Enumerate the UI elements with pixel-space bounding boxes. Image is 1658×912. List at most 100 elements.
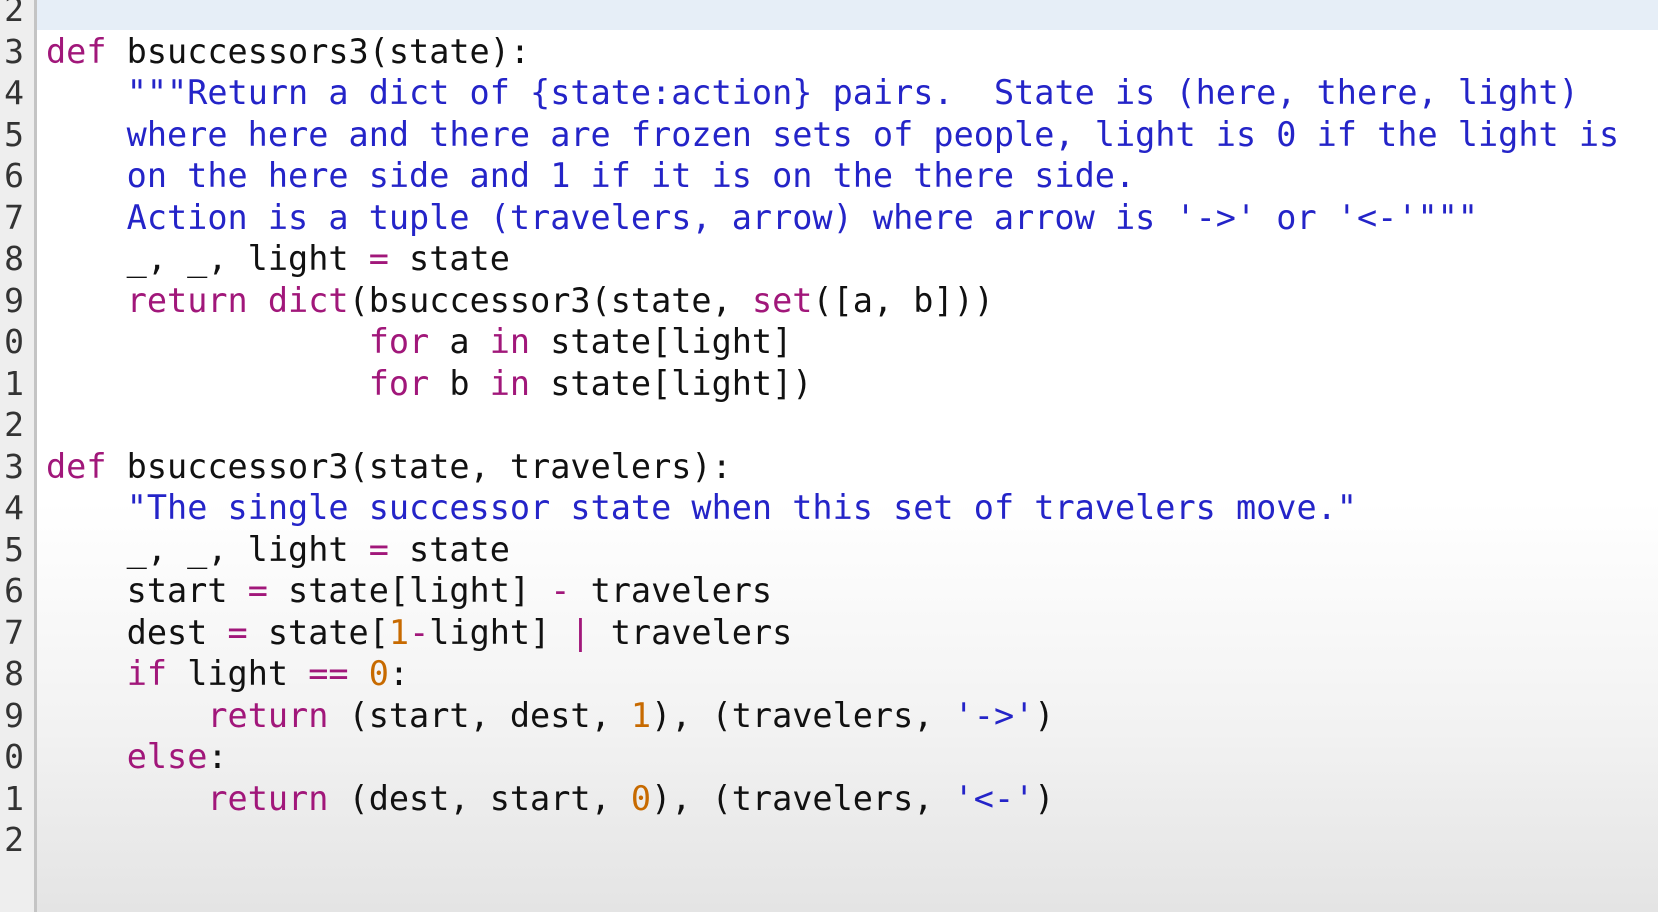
line-number: 8: [4, 654, 24, 693]
keyword-token: if: [126, 654, 168, 693]
line-number: 9: [4, 280, 24, 320]
keyword-token: in: [489, 322, 531, 361]
code-token: a: [429, 322, 490, 361]
code-token: state: [388, 529, 510, 569]
string-token: Action is a tuple (travelers, arrow) whe…: [46, 197, 1478, 237]
code-editor[interactable]: 234567890123456789012 def bsuccessors3(s…: [0, 0, 1658, 912]
operator-token: |: [570, 612, 591, 652]
keyword-token: return: [207, 695, 329, 735]
code-token: (dest, start,: [328, 778, 631, 818]
operator-token: ==: [308, 654, 349, 693]
keyword-token: return: [207, 778, 329, 818]
line-number: 7: [4, 197, 24, 237]
code-line[interactable]: _, _, light = state: [46, 237, 510, 281]
line-number: 3: [4, 446, 24, 486]
operator-token: =: [368, 239, 389, 278]
operator-token: -: [550, 571, 571, 610]
string-token: where here and there are frozen sets of …: [46, 114, 1620, 154]
code-line[interactable]: return (start, dest, 1), (travelers, '->…: [46, 694, 1054, 738]
number-token: 0: [630, 778, 652, 818]
code-token: ), (travelers,: [651, 695, 954, 735]
code-line[interactable]: "The single successor state when this se…: [46, 486, 1357, 530]
line-number: 9: [4, 695, 24, 735]
number-token: 0: [368, 654, 389, 693]
code-line[interactable]: start = state[light] - travelers: [46, 569, 772, 613]
code-token: ), (travelers,: [651, 778, 954, 818]
code-line[interactable]: _, _, light = state: [46, 528, 510, 572]
operator-token: =: [368, 529, 389, 569]
code-line[interactable]: """Return a dict of {state:action} pairs…: [46, 71, 1579, 115]
code-line[interactable]: on the here side and 1 if it is on the t…: [46, 154, 1135, 198]
string-token: '<-': [953, 778, 1035, 818]
code-token: travelers: [590, 612, 793, 652]
operator-token: =: [247, 571, 268, 610]
code-token: state[light]): [530, 363, 813, 403]
string-token: """Return a dict of {state:action} pairs…: [126, 73, 1579, 112]
code-token: (start, dest,: [328, 695, 631, 735]
line-number-gutter: 234567890123456789012: [0, 0, 37, 912]
code-token: bsuccessor3(state, travelers):: [106, 446, 732, 486]
code-token: bsuccessors3(state):: [106, 31, 531, 71]
line-number: 5: [4, 529, 24, 569]
line-number: 2: [4, 0, 24, 29]
code-token: _, _, light: [46, 239, 369, 278]
keyword-token: for: [368, 363, 430, 403]
operator-token: -: [409, 612, 430, 652]
code-line[interactable]: Action is a tuple (travelers, arrow) whe…: [46, 196, 1478, 240]
keyword-token: dict: [267, 280, 349, 320]
keyword-token: in: [489, 363, 531, 403]
code-token: state[: [247, 612, 389, 652]
keyword-token: for: [368, 322, 430, 361]
line-number: 3: [4, 31, 24, 71]
code-line[interactable]: for b in state[light]): [46, 362, 813, 406]
string-token: '->': [953, 695, 1035, 735]
keyword-token: return: [126, 280, 248, 320]
code-token: start: [46, 571, 248, 610]
code-line[interactable]: return (dest, start, 0), (travelers, '<-…: [46, 777, 1054, 821]
code-token: light: [167, 654, 309, 693]
keyword-token: def: [46, 31, 107, 71]
line-number: 4: [4, 73, 24, 112]
keyword-token: else: [126, 737, 208, 776]
current-line-highlight: [36, 0, 1658, 30]
code-token: (bsuccessor3(state,: [348, 280, 752, 320]
line-number: 1: [4, 778, 24, 818]
code-line[interactable]: def bsuccessors3(state):: [46, 30, 530, 74]
code-token: state[light]: [267, 571, 551, 610]
code-token: dest: [46, 612, 228, 652]
code-line[interactable]: for a in state[light]: [46, 320, 793, 364]
operator-token: =: [227, 612, 248, 652]
line-number: 4: [4, 488, 24, 527]
code-line[interactable]: if light == 0:: [46, 652, 409, 696]
line-number: 0: [4, 322, 24, 361]
line-number: 5: [4, 114, 24, 154]
code-token: light]: [429, 612, 571, 652]
code-token: b: [429, 363, 490, 403]
code-line[interactable]: else:: [46, 735, 228, 779]
line-number: 6: [4, 571, 24, 610]
code-token: :: [207, 737, 228, 776]
keyword-token: set: [751, 280, 813, 320]
line-number: 6: [4, 156, 24, 195]
code-token: state[light]: [530, 322, 793, 361]
number-token: 1: [630, 695, 652, 735]
code-token: ): [1034, 695, 1055, 735]
string-token: on the here side and 1 if it is on the t…: [46, 156, 1136, 195]
keyword-token: def: [46, 446, 107, 486]
code-line[interactable]: where here and there are frozen sets of …: [46, 113, 1620, 157]
code-token: ): [1034, 778, 1055, 818]
line-number: 2: [4, 405, 24, 444]
code-line[interactable]: def bsuccessor3(state, travelers):: [46, 445, 732, 489]
code-line[interactable]: return dict(bsuccessor3(state, set([a, b…: [46, 279, 994, 323]
line-number: 1: [4, 363, 24, 403]
code-line[interactable]: dest = state[1-light] | travelers: [46, 611, 793, 655]
line-number: 2: [4, 820, 24, 859]
